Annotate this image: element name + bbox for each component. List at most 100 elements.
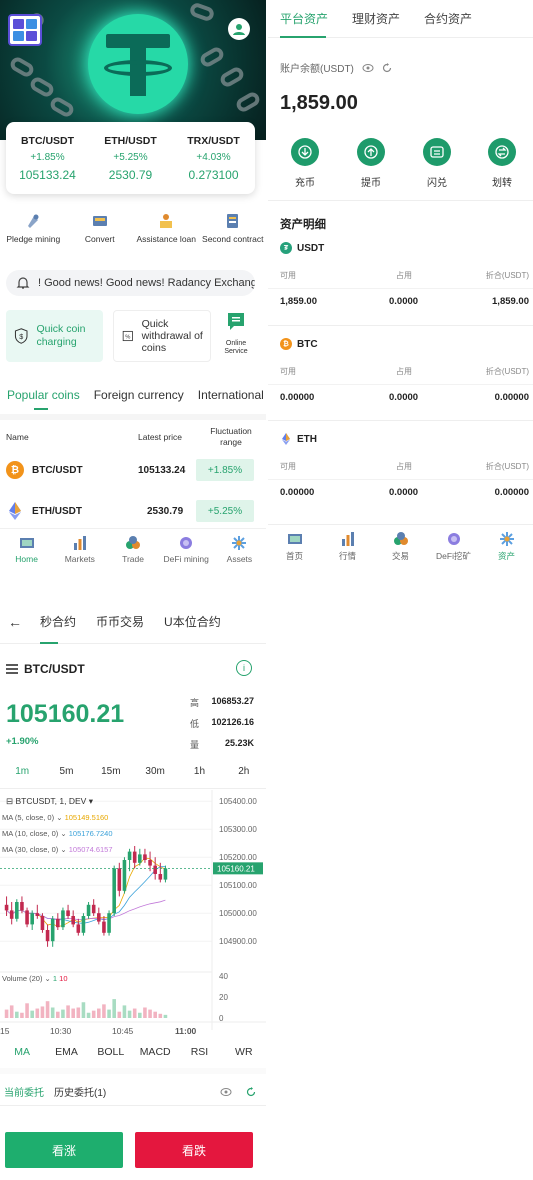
- menu-second-contract[interactable]: Second contract: [200, 212, 267, 262]
- chart-title[interactable]: ⊟ BTCUSDT, 1, DEV ▾: [6, 796, 94, 806]
- ticker-pair: BTC/USDT: [20, 135, 75, 147]
- refresh-icon[interactable]: [382, 62, 392, 73]
- tf-30m[interactable]: 30m: [133, 766, 177, 786]
- eye-icon[interactable]: [362, 63, 374, 73]
- nav-home[interactable]: 首页: [268, 525, 321, 572]
- tab-order-history[interactable]: 历史委托(1): [54, 1084, 106, 1099]
- volume-bar: [138, 1012, 142, 1018]
- nav-trade[interactable]: 交易: [374, 525, 427, 572]
- action-label: 充币: [295, 178, 315, 189]
- sell-down-button[interactable]: 看跌: [135, 1132, 253, 1168]
- nav-defi-mining[interactable]: DeFi mining: [160, 529, 213, 572]
- info-icon[interactable]: i: [236, 660, 252, 676]
- candle-body: [143, 854, 147, 860]
- refresh-icon[interactable]: [246, 1086, 256, 1097]
- user-avatar-icon[interactable]: [228, 18, 250, 40]
- menu-label: Convert: [84, 234, 115, 244]
- candle-body: [91, 904, 96, 914]
- y-tick-label: 104900.00: [219, 937, 257, 946]
- candle: [112, 865, 116, 916]
- row-pair: BTC/USDT: [32, 464, 83, 476]
- tab-foreign-currency[interactable]: Foreign currency: [87, 380, 191, 412]
- market-row-eth[interactable]: ETH/USDT 2530.79 +5.25%: [0, 498, 266, 524]
- last-price-label: 105160.21: [217, 864, 255, 873]
- low-value: 102126.16: [211, 717, 254, 727]
- tf-2h[interactable]: 2h: [222, 766, 266, 786]
- volume-bar: [66, 1005, 70, 1018]
- tf-1m[interactable]: 1m: [0, 766, 44, 786]
- tf-1h[interactable]: 1h: [177, 766, 221, 786]
- x-tick-label: 10:30: [50, 1026, 72, 1036]
- flash-exchange-button[interactable]: 闪兑: [415, 138, 459, 189]
- ind-boll[interactable]: BOLL: [89, 1046, 133, 1066]
- tab-international[interactable]: International: [191, 380, 266, 412]
- candle: [86, 902, 91, 919]
- y-tick-label: 105400.00: [219, 797, 257, 806]
- ticker-trx[interactable]: TRX/USDT +4.03% 0.273100: [172, 122, 255, 194]
- quick-charge-button[interactable]: $ Quick coin charging: [6, 310, 103, 362]
- volume-bar: [97, 1008, 101, 1018]
- ind-ma[interactable]: MA: [0, 1046, 44, 1066]
- asset-block-usdt[interactable]: ₮ USDT 可用 占用 折合(USDT) 1,859.00 0.0000 1,8…: [268, 230, 533, 324]
- bottom-nav: 首页 行情 交易 DeFi挖矿 资产: [268, 524, 533, 572]
- tab-usdt-contract[interactable]: U本位合约: [154, 613, 231, 630]
- candle-body: [9, 910, 14, 919]
- ind-rsi[interactable]: RSI: [177, 1046, 221, 1066]
- price-change: +1.90%: [6, 736, 39, 747]
- withdraw-button[interactable]: 提币: [349, 138, 393, 189]
- nav-trade[interactable]: Trade: [106, 529, 159, 572]
- asset-block-eth[interactable]: ETH 可用 占用 折合(USDT) 0.00000 0.0000 0.0000…: [268, 420, 533, 514]
- nav-markets[interactable]: 行情: [321, 525, 374, 572]
- eye-icon[interactable]: [220, 1087, 232, 1097]
- ticker-btc[interactable]: BTC/USDT +1.85% 105133.24: [6, 122, 89, 194]
- ind-macd[interactable]: MACD: [133, 1046, 177, 1066]
- transfer-button[interactable]: 划转: [480, 138, 524, 189]
- ticker-eth[interactable]: ETH/USDT +5.25% 2530.79: [89, 122, 172, 194]
- ticker-pair: TRX/USDT: [187, 135, 240, 147]
- action-label: 提币: [361, 178, 381, 189]
- quick-withdraw-button[interactable]: % Quick withdrawal of coins: [113, 310, 211, 362]
- menu-icon[interactable]: [6, 664, 18, 674]
- nav-defi-mining[interactable]: DeFi挖矿: [427, 525, 480, 572]
- candle-body: [56, 918, 60, 928]
- deposit-button[interactable]: 充币: [283, 138, 327, 189]
- tab-second-contract[interactable]: 秒合约: [30, 613, 86, 630]
- equiv-label: 折合(USDT): [485, 367, 529, 376]
- volume-bar: [4, 1009, 9, 1018]
- buy-up-button[interactable]: 看涨: [5, 1132, 123, 1168]
- online-service-button[interactable]: Online Service: [216, 312, 256, 358]
- pair-selector[interactable]: BTC/USDT: [6, 662, 85, 676]
- nav-assets[interactable]: Assets: [213, 529, 266, 572]
- nav-markets[interactable]: Markets: [53, 529, 106, 572]
- tab-underline: [34, 408, 48, 410]
- candlestick-chart[interactable]: 105400.00 105300.00 105200.00 105100.00 1050…: [0, 790, 266, 1040]
- ind-ema[interactable]: EMA: [44, 1046, 88, 1066]
- tab-platform-assets[interactable]: 平台资产: [268, 0, 340, 37]
- candle: [81, 913, 86, 936]
- candle: [40, 913, 45, 933]
- tf-5m[interactable]: 5m: [44, 766, 88, 786]
- home-icon: [19, 535, 35, 551]
- tab-finance-assets[interactable]: 理财资产: [340, 0, 412, 37]
- asset-block-btc[interactable]: ₿ BTC 可用 占用 折合(USDT) 0.00000 0.0000 0.000…: [268, 325, 533, 419]
- nav-home[interactable]: Home: [0, 529, 53, 572]
- tab-contract-assets[interactable]: 合约资产: [412, 0, 484, 37]
- tab-spot-trading[interactable]: 币币交易: [86, 613, 154, 630]
- back-arrow-icon[interactable]: ←: [0, 614, 30, 630]
- tab-current-orders[interactable]: 当前委托: [4, 1084, 44, 1099]
- tf-15m[interactable]: 15m: [89, 766, 133, 786]
- volume-axis-ticks: 40200: [219, 972, 228, 1023]
- notice-bar[interactable]: ! Good news! Good news! Radancy Exchange: [6, 270, 255, 296]
- assets-icon: [499, 531, 515, 547]
- menu-convert[interactable]: Convert: [67, 212, 134, 262]
- row-price: 2530.79: [147, 505, 184, 517]
- menu-pledge-mining[interactable]: Pledge mining: [0, 212, 67, 262]
- menu-assistance-loan[interactable]: Assistance loan: [133, 212, 200, 262]
- app-logo[interactable]: [8, 14, 42, 46]
- action-label: 划转: [492, 178, 512, 189]
- ind-wr[interactable]: WR: [222, 1046, 266, 1066]
- nav-assets[interactable]: 资产: [480, 525, 533, 572]
- market-row-btc[interactable]: ₿ BTC/USDT 105133.24 +1.85%: [0, 457, 266, 483]
- y-tick-label: 105000.00: [219, 909, 257, 918]
- usdt-icon: ₮: [280, 242, 292, 254]
